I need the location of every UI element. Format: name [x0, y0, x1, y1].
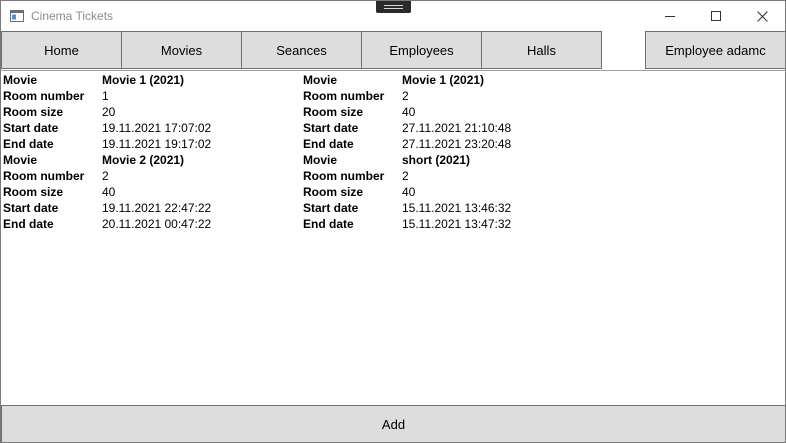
label-room-number: Room number: [3, 89, 85, 103]
label-movie: Movie: [3, 73, 38, 87]
seance-movie[interactable]: Movie 2 (2021): [102, 153, 184, 167]
table-row: Room size 40 Room size 40: [1, 184, 785, 200]
user-account-button[interactable]: Employee adamc: [645, 31, 785, 69]
app-icon: [10, 9, 24, 22]
seance-start-date: 19.11.2021 17:07:02: [102, 121, 212, 135]
seance-end-date: 20.11.2021 00:47:22: [102, 217, 212, 231]
seance-list: Movie Movie 1 (2021) Movie Movie 1 (2021…: [1, 72, 785, 232]
label-room-size: Room size: [3, 105, 64, 119]
seance-start-date: 19.11.2021 22:47:22: [102, 201, 212, 215]
window-title: Cinema Tickets: [31, 9, 114, 23]
app-window: Cinema Tickets Home Movies Seances Emplo…: [0, 0, 786, 443]
label-start-date: Start date: [3, 121, 59, 135]
close-button[interactable]: [739, 1, 785, 31]
movies-button[interactable]: Movies: [121, 31, 242, 69]
seance-start-date: 15.11.2021 13:46:32: [402, 201, 512, 215]
table-row: End date 20.11.2021 00:47:22 End date 15…: [1, 216, 785, 232]
seance-movie[interactable]: short (2021): [402, 153, 470, 167]
seance-end-date: 27.11.2021 23:20:48: [402, 137, 512, 151]
label-end-date: End date: [3, 137, 54, 151]
label-room-number: Room number: [3, 169, 85, 183]
label-room-number: Room number: [303, 169, 385, 183]
seance-room-size: 40: [402, 105, 416, 119]
label-end-date: End date: [303, 217, 354, 231]
label-movie: Movie: [303, 153, 338, 167]
table-row: Movie Movie 1 (2021) Movie Movie 1 (2021…: [1, 72, 785, 88]
label-room-size: Room size: [3, 185, 64, 199]
add-button[interactable]: Add: [1, 405, 785, 442]
seance-room-size: 20: [102, 105, 116, 119]
table-row: End date 19.11.2021 19:17:02 End date 27…: [1, 136, 785, 152]
table-row: Room size 20 Room size 40: [1, 104, 785, 120]
label-room-size: Room size: [303, 105, 364, 119]
employees-button[interactable]: Employees: [361, 31, 482, 69]
seance-movie[interactable]: Movie 1 (2021): [102, 73, 184, 87]
maximize-button[interactable]: [693, 1, 739, 31]
label-room-size: Room size: [303, 185, 364, 199]
seance-end-date: 15.11.2021 13:47:32: [402, 217, 512, 231]
seance-room-size: 40: [402, 185, 416, 199]
table-row: Start date 19.11.2021 17:07:02 Start dat…: [1, 120, 785, 136]
table-row: Movie Movie 2 (2021) Movie short (2021): [1, 152, 785, 168]
label-start-date: Start date: [303, 121, 359, 135]
seance-room-number: 1: [102, 89, 109, 103]
table-row: Start date 19.11.2021 22:47:22 Start dat…: [1, 200, 785, 216]
label-room-number: Room number: [303, 89, 385, 103]
label-end-date: End date: [3, 217, 54, 231]
title-bar[interactable]: Cinema Tickets: [1, 1, 785, 31]
seance-movie[interactable]: Movie 1 (2021): [402, 73, 484, 87]
seance-room-number: 2: [402, 89, 409, 103]
label-end-date: End date: [303, 137, 354, 151]
seance-start-date: 27.11.2021 21:10:48: [402, 121, 512, 135]
seance-room-size: 40: [102, 185, 116, 199]
label-start-date: Start date: [3, 201, 59, 215]
divider: [1, 70, 785, 71]
table-row: Room number 1 Room number 2: [1, 88, 785, 104]
seances-button[interactable]: Seances: [241, 31, 362, 69]
maximize-icon: [711, 11, 721, 21]
drag-handle-icon[interactable]: [376, 1, 411, 13]
minimize-icon: [665, 16, 675, 17]
halls-button[interactable]: Halls: [481, 31, 602, 69]
label-movie: Movie: [3, 153, 38, 167]
table-row: Room number 2 Room number 2: [1, 168, 785, 184]
seance-end-date: 19.11.2021 19:17:02: [102, 137, 212, 151]
seance-room-number: 2: [402, 169, 409, 183]
label-start-date: Start date: [303, 201, 359, 215]
label-movie: Movie: [303, 73, 338, 87]
home-button[interactable]: Home: [1, 31, 122, 69]
minimize-button[interactable]: [647, 1, 693, 31]
seance-room-number: 2: [102, 169, 109, 183]
close-icon: [756, 10, 768, 22]
